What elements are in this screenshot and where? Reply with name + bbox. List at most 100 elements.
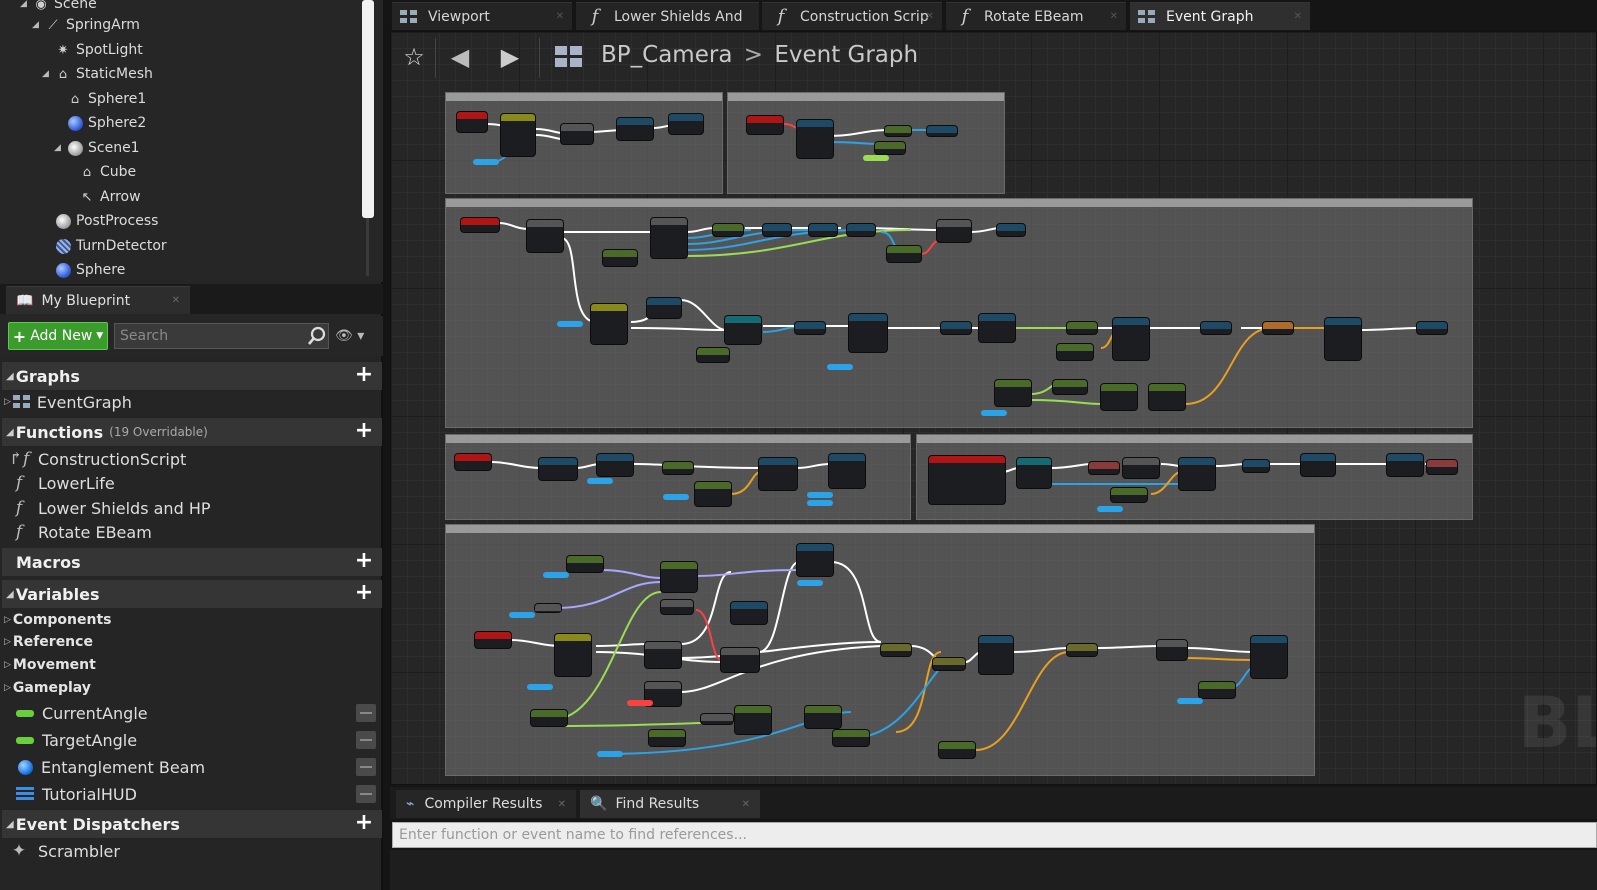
- tab-lower-shields[interactable]: f Lower Shields And: [576, 2, 759, 30]
- variable-node[interactable]: [995, 380, 1031, 406]
- close-icon[interactable]: ✕: [558, 799, 566, 810]
- tab-viewport[interactable]: Viewport ✕: [392, 2, 572, 30]
- function-node[interactable]: [805, 706, 841, 728]
- function-node[interactable]: [1113, 318, 1149, 360]
- function-node[interactable]: [663, 462, 693, 474]
- function-node[interactable]: [1123, 458, 1159, 478]
- tree-item-scene1[interactable]: ◢ Scene1: [54, 136, 140, 160]
- section-event-dispatchers[interactable]: ◢ Event Dispatchers +: [2, 810, 382, 838]
- function-node[interactable]: [979, 636, 1013, 674]
- variable-item-currentangle[interactable]: CurrentAngle: [8, 701, 378, 725]
- function-node[interactable]: [651, 218, 687, 258]
- function-node[interactable]: [829, 454, 865, 488]
- tree-item-sphere[interactable]: Sphere: [54, 258, 125, 282]
- function-node[interactable]: [997, 224, 1025, 236]
- visibility-toggle[interactable]: [356, 758, 376, 776]
- event-node[interactable]: [461, 218, 499, 232]
- function-node[interactable]: [1325, 318, 1361, 360]
- function-node[interactable]: [979, 314, 1015, 342]
- function-node[interactable]: [885, 126, 911, 136]
- variable-node[interactable]: [531, 710, 567, 726]
- function-item-lower-shields[interactable]: f Lower Shields and HP: [8, 496, 378, 520]
- find-references-input[interactable]: [392, 822, 1597, 848]
- function-item-lowerlife[interactable]: f LowerLife: [8, 471, 378, 495]
- function-node[interactable]: [1101, 384, 1137, 410]
- function-node[interactable]: [881, 644, 911, 656]
- add-new-button[interactable]: + Add New ▼: [8, 322, 108, 350]
- variable-node[interactable]: [557, 321, 583, 327]
- function-node[interactable]: [1017, 458, 1051, 488]
- add-macro-button[interactable]: +: [352, 550, 376, 574]
- function-node[interactable]: [1301, 454, 1335, 476]
- tab-event-graph[interactable]: Event Graph ✕: [1130, 2, 1310, 30]
- add-graph-button[interactable]: +: [352, 364, 376, 388]
- variable-category-components[interactable]: ▷ Components: [4, 608, 374, 632]
- variable-node[interactable]: [543, 572, 569, 578]
- tree-item-springarm[interactable]: ◢ ⟋ SpringArm: [32, 13, 140, 37]
- function-node[interactable]: [721, 648, 759, 672]
- tree-item-sphere1[interactable]: ⌂ Sphere1: [66, 87, 146, 111]
- function-node[interactable]: [1089, 462, 1119, 474]
- variable-node[interactable]: [473, 159, 499, 165]
- function-node[interactable]: [937, 220, 971, 242]
- function-node[interactable]: [735, 706, 771, 734]
- variable-node[interactable]: [567, 556, 603, 572]
- tree-scrollbar-thumb[interactable]: [362, 0, 374, 218]
- event-node[interactable]: [475, 632, 511, 648]
- variable-node[interactable]: [697, 348, 729, 362]
- function-node[interactable]: [731, 602, 767, 624]
- expand-arrow-icon[interactable]: ◢: [54, 143, 66, 153]
- function-node[interactable]: [701, 714, 733, 724]
- visibility-toggle[interactable]: [356, 785, 376, 803]
- variable-item-tutorialhud[interactable]: TutorialHUD: [8, 782, 378, 806]
- function-node[interactable]: [561, 124, 593, 144]
- variable-node[interactable]: [833, 730, 869, 746]
- close-icon[interactable]: ✕: [556, 11, 564, 22]
- function-node[interactable]: [847, 224, 875, 236]
- view-options-eye-icon[interactable]: 👁 ▾: [335, 328, 364, 344]
- variable-category-gameplay[interactable]: ▷ Gameplay: [4, 676, 374, 700]
- function-node[interactable]: [1149, 384, 1185, 410]
- add-function-button[interactable]: +: [352, 420, 376, 444]
- variable-node[interactable]: [603, 250, 637, 266]
- function-node[interactable]: [797, 120, 833, 158]
- expand-arrow-icon[interactable]: ◢: [32, 20, 44, 30]
- visibility-toggle[interactable]: [356, 704, 376, 722]
- section-variables[interactable]: ◢ Variables +: [2, 580, 382, 608]
- function-node[interactable]: [661, 600, 693, 614]
- function-node[interactable]: [645, 642, 681, 668]
- tree-item-spotlight[interactable]: ✷ SpotLight: [54, 38, 143, 62]
- function-node[interactable]: [1157, 640, 1187, 660]
- variable-node[interactable]: [797, 580, 823, 586]
- function-node[interactable]: [763, 224, 791, 236]
- event-node[interactable]: [747, 116, 783, 134]
- variable-node[interactable]: [1057, 344, 1093, 360]
- event-node[interactable]: [455, 454, 491, 470]
- variable-node[interactable]: [1177, 698, 1203, 704]
- function-node[interactable]: [527, 220, 563, 252]
- function-node[interactable]: [539, 458, 577, 480]
- function-node[interactable]: [1251, 636, 1287, 678]
- variable-node[interactable]: [863, 155, 889, 161]
- function-node[interactable]: [1427, 460, 1457, 474]
- dispatcher-item-scrambler[interactable]: ✦ Scrambler: [8, 839, 378, 863]
- function-node[interactable]: [1417, 322, 1447, 334]
- function-node[interactable]: [1201, 322, 1231, 334]
- variable-node[interactable]: [827, 364, 853, 370]
- variable-node[interactable]: [887, 246, 921, 262]
- function-node[interactable]: [713, 224, 743, 236]
- variable-item-targetangle[interactable]: TargetAngle: [8, 728, 378, 752]
- variable-node[interactable]: [695, 482, 731, 506]
- variable-node[interactable]: [807, 492, 833, 498]
- variable-node[interactable]: [939, 742, 975, 758]
- close-icon[interactable]: ✕: [1110, 11, 1118, 22]
- function-node[interactable]: [1387, 454, 1423, 476]
- function-node[interactable]: [725, 316, 761, 344]
- variable-category-reference[interactable]: ▷ Reference: [4, 630, 374, 654]
- function-node[interactable]: [1263, 322, 1293, 334]
- close-icon[interactable]: ✕: [926, 11, 934, 22]
- tab-find-results[interactable]: 🔍 Find Results ✕: [580, 790, 760, 818]
- function-node[interactable]: [535, 604, 561, 612]
- function-node[interactable]: [759, 458, 797, 490]
- function-node[interactable]: [809, 224, 837, 236]
